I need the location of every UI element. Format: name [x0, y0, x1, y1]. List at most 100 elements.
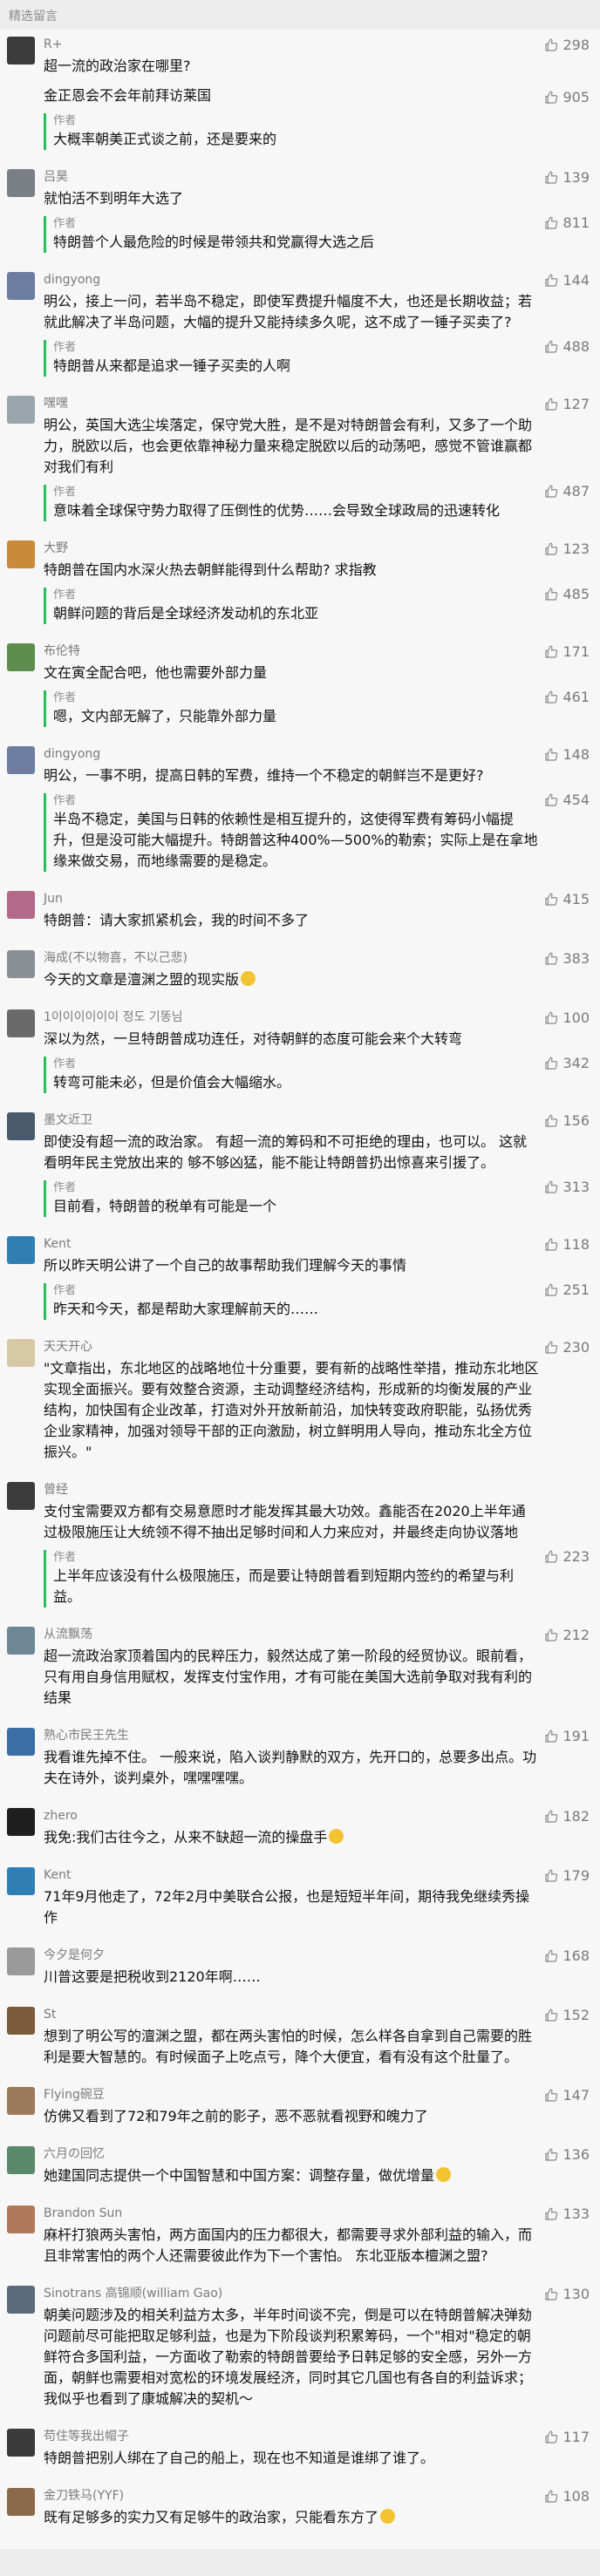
like-button[interactable]: 179	[543, 1867, 590, 1884]
like-button[interactable]: 251	[543, 1281, 590, 1298]
comment-nickname[interactable]: 曾经	[44, 1480, 539, 1499]
comment-nickname[interactable]: 海成(不以物喜，不以己悲)	[44, 948, 539, 968]
like-button[interactable]: 147	[543, 2087, 590, 2104]
like-button[interactable]: 156	[543, 1112, 590, 1129]
avatar[interactable]	[7, 169, 35, 197]
like-button[interactable]: 383	[543, 950, 590, 967]
like-button[interactable]: 485	[543, 586, 590, 602]
comment-nickname[interactable]: 金刀铁马(YYF)	[44, 2486, 539, 2505]
like-button[interactable]: 298	[543, 37, 590, 53]
like-button[interactable]: 133	[543, 2206, 590, 2222]
avatar[interactable]	[7, 37, 35, 65]
like-button[interactable]: 118	[543, 1236, 590, 1253]
comment-item: 布伦特 文在寅全配合吧，他也需要外部力量 171 作者 嗯，文内部无解了，只能靠外部力量…	[0, 636, 600, 739]
avatar[interactable]	[7, 746, 35, 774]
comment-nickname[interactable]: Kent	[44, 1234, 539, 1254]
like-button[interactable]: 100	[543, 1009, 590, 1026]
avatar[interactable]	[7, 1009, 35, 1037]
like-button[interactable]: 488	[543, 338, 590, 355]
avatar[interactable]	[7, 272, 35, 300]
comment-nickname[interactable]: Kent	[44, 1866, 539, 1885]
comment-text: 支付宝需要双方都有交易意愿时才能发挥其最大功效。鑫能否在2020上半年通过极限施…	[44, 1503, 526, 1540]
avatar[interactable]	[7, 1482, 35, 1510]
like-button[interactable]: 171	[543, 643, 590, 660]
comment-nickname[interactable]: 大野	[44, 539, 539, 558]
author-reply-text: 转弯可能未必，但是价值会大幅缩水。	[53, 1074, 291, 1091]
like-button[interactable]: 182	[543, 1808, 590, 1825]
like-button[interactable]: 230	[543, 1339, 590, 1356]
comment-nickname[interactable]: Brandon Sun	[44, 2204, 539, 2223]
avatar[interactable]	[7, 2429, 35, 2457]
comment-item: 今夕是何夕 川普这要是把税收到2120年啊…… 168	[0, 1940, 600, 2000]
comment-nickname[interactable]: 熟心市民王先生	[44, 1726, 539, 1745]
comment-item: 1이이이이이이 정도 기똥님 深以为然，一旦特朗普成功连任，对待朝鲜的态度可能会来…	[0, 1003, 600, 1105]
comment-nickname[interactable]: 布伦特	[44, 642, 539, 661]
like-button[interactable]: 191	[543, 1728, 590, 1744]
author-reply-text: 昨天和今天，都是帮助大家理解前天的……	[53, 1301, 319, 1317]
like-button[interactable]: 152	[543, 2007, 590, 2023]
avatar[interactable]	[7, 1112, 35, 1140]
like-button[interactable]: 811	[543, 214, 590, 231]
like-count: 212	[562, 1627, 590, 1643]
avatar[interactable]	[7, 1808, 35, 1836]
avatar[interactable]	[7, 396, 35, 424]
like-button[interactable]: 108	[543, 2488, 590, 2505]
comment-nickname[interactable]: dingyong	[44, 270, 539, 289]
like-count: 147	[562, 2087, 590, 2104]
comment-nickname[interactable]: 从流飘荡	[44, 1625, 539, 1644]
comment-nickname[interactable]: 墨文近卫	[44, 1111, 539, 1130]
comment-nickname[interactable]: 今夕是何夕	[44, 1946, 539, 1965]
avatar[interactable]	[7, 643, 35, 671]
like-count: 191	[562, 1728, 590, 1744]
like-button[interactable]: 487	[543, 483, 590, 500]
like-button[interactable]: 313	[543, 1179, 590, 1195]
like-button[interactable]: 454	[543, 792, 590, 808]
like-button[interactable]: 905	[543, 89, 590, 105]
like-button[interactable]: 123	[543, 540, 590, 557]
avatar[interactable]	[7, 2007, 35, 2035]
comment-nickname[interactable]: 苟住等我出帽子	[44, 2427, 539, 2446]
avatar[interactable]	[7, 2206, 35, 2233]
avatar[interactable]	[7, 950, 35, 978]
like-button[interactable]: 212	[543, 1627, 590, 1643]
avatar[interactable]	[7, 891, 35, 919]
comment-nickname[interactable]: 吕昊	[44, 167, 539, 187]
like-button[interactable]: 144	[543, 272, 590, 289]
like-button[interactable]: 223	[543, 1548, 590, 1565]
avatar[interactable]	[7, 2146, 35, 2174]
avatar[interactable]	[7, 2286, 35, 2314]
comment-nickname[interactable]: zhero	[44, 1806, 539, 1825]
comment-nickname[interactable]: Sinotrans 高锦顺(william Gao)	[44, 2284, 539, 2303]
avatar[interactable]	[7, 2488, 35, 2516]
avatar[interactable]	[7, 1627, 35, 1655]
like-button[interactable]: 342	[543, 1055, 590, 1071]
avatar[interactable]	[7, 1867, 35, 1895]
comment-nickname[interactable]: 1이이이이이이 정도 기똥님	[44, 1008, 539, 1027]
like-button[interactable]: 148	[543, 746, 590, 763]
comment-nickname[interactable]: Jun	[44, 889, 539, 908]
like-button[interactable]: 130	[543, 2286, 590, 2302]
like-button[interactable]: 139	[543, 169, 590, 186]
comment-nickname[interactable]: 六月の回忆	[44, 2144, 539, 2164]
comment-nickname[interactable]: St	[44, 2005, 539, 2024]
like-button[interactable]: 117	[543, 2429, 590, 2445]
like-button[interactable]: 168	[543, 1947, 590, 1964]
comment-nickname[interactable]: Flying碗豆	[44, 2085, 539, 2104]
comment-nickname[interactable]: dingyong	[44, 744, 539, 764]
comment-nickname[interactable]: R+	[44, 35, 539, 54]
like-button[interactable]: 127	[543, 396, 590, 412]
comment-text: 明公，一事不明，提高日韩的军费，维持一个不稳定的朝鲜岂不是更好?	[44, 767, 484, 784]
comment-nickname[interactable]: 天天开心	[44, 1337, 539, 1356]
avatar[interactable]	[7, 1236, 35, 1264]
like-button[interactable]: 415	[543, 891, 590, 907]
comment-item: R+ 超一流的政治家在哪里? 298 金正恩会不会年前拜访莱国 905 作者 大概率朝美正式…	[0, 30, 600, 162]
avatar[interactable]	[7, 1728, 35, 1756]
avatar[interactable]	[7, 1339, 35, 1367]
avatar[interactable]	[7, 540, 35, 568]
thumbs-up-icon	[543, 273, 559, 289]
avatar[interactable]	[7, 2087, 35, 2115]
like-button[interactable]: 136	[543, 2146, 590, 2163]
avatar[interactable]	[7, 1947, 35, 1975]
like-button[interactable]: 461	[543, 689, 590, 705]
comment-nickname[interactable]: 嘿嘿	[44, 394, 539, 413]
